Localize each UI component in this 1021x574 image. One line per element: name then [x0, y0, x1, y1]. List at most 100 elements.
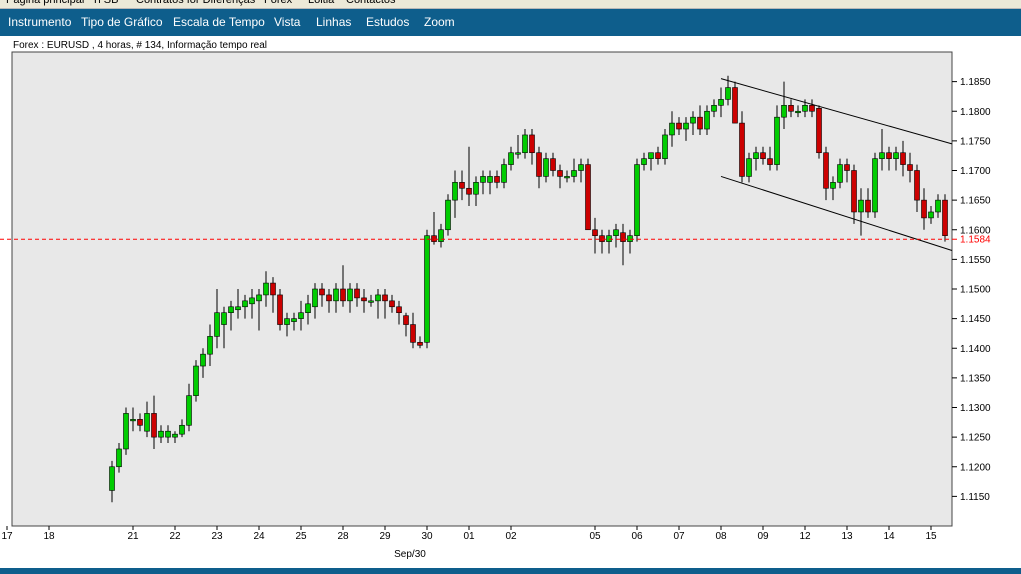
candle-body-up [522, 134, 528, 154]
x-tick-label: 09 [757, 531, 769, 542]
candle-body-up [543, 158, 549, 177]
candle [634, 158, 640, 242]
menu-zoom[interactable]: Zoom [424, 15, 455, 29]
candle-body-up [130, 419, 136, 422]
nav-tab[interactable]: Contactos [346, 0, 396, 6]
menu-linhas[interactable]: Linhas [316, 15, 351, 29]
candle-body-down [865, 199, 871, 213]
candle-body-up [830, 182, 836, 189]
candle-body-down [914, 170, 920, 201]
candlestick-chart[interactable]: Forex : EURUSD , 4 horas, # 134, Informa… [0, 36, 1021, 568]
candle-body-up [648, 152, 654, 159]
candle-body-down [921, 199, 927, 219]
candle-body-down [389, 300, 395, 308]
candle-body-down [417, 342, 423, 346]
candle-body-up [333, 288, 339, 302]
candle-body-up [200, 353, 206, 367]
x-tick-label: 13 [841, 531, 853, 542]
candle-body-up [249, 297, 255, 305]
candle-body-up [627, 235, 633, 242]
candle-body-down [851, 170, 857, 213]
candle-body-down [410, 324, 416, 343]
candle-body-down [739, 122, 745, 177]
candle-body-down [655, 152, 661, 159]
candle-body-down [270, 282, 276, 296]
x-axis-sublabel: Sep/30 [394, 549, 426, 560]
nav-tab[interactable]: Forex [264, 0, 292, 6]
menu-instrumento[interactable]: Instrumento [8, 15, 71, 29]
candle-body-down [788, 105, 794, 112]
candle-body-up [935, 199, 941, 213]
candle-body-down [676, 122, 682, 130]
candle [816, 105, 822, 159]
y-tick-label: 1.1550 [960, 255, 991, 266]
y-tick-label: 1.1250 [960, 433, 991, 444]
candle-body-down [354, 288, 360, 299]
menu-bar: Instrumento Tipo de Gráfico Escala de Te… [0, 9, 1021, 36]
candle [193, 360, 199, 402]
x-tick-label: 17 [1, 531, 13, 542]
candle-body-up [480, 176, 486, 183]
candle-body-up [473, 182, 479, 195]
x-tick-label: 15 [925, 531, 937, 542]
candle-body-up [893, 152, 899, 159]
x-tick-label: 21 [127, 531, 139, 542]
candle-body-down [620, 232, 626, 242]
candle [872, 152, 878, 218]
nav-tab[interactable]: Página principal [6, 0, 84, 6]
y-tick-label: 1.1850 [960, 77, 991, 88]
candle-body-up [186, 395, 192, 426]
menu-tipo-de-grafico[interactable]: Tipo de Gráfico [81, 15, 163, 29]
candle-body-down [809, 105, 815, 112]
y-tick-label: 1.1150 [960, 492, 990, 503]
candle-body-down [277, 294, 283, 325]
x-tick-label: 23 [211, 531, 223, 542]
candle-body-up [242, 300, 248, 308]
candle-body-up [284, 318, 290, 325]
menu-escala-de-tempo[interactable]: Escala de Tempo [173, 15, 265, 29]
candle-body-down [403, 315, 409, 325]
candle-body-up [312, 288, 318, 308]
candle-body-up [445, 199, 451, 231]
y-tick-label: 1.1400 [960, 344, 991, 355]
candle-body-down [382, 294, 388, 302]
candle-body-up [753, 152, 759, 159]
candle-body-up [424, 235, 430, 343]
candle-body-up [683, 122, 689, 130]
candle-body-down [907, 164, 913, 171]
status-bar [0, 568, 1021, 574]
candle-body-down [592, 229, 598, 236]
current-price-label: 1.1584 [960, 235, 991, 246]
candle-body-up [298, 312, 304, 319]
candle [445, 194, 451, 236]
candle-body-up [564, 176, 570, 179]
candle-body-down [942, 199, 948, 236]
x-tick-label: 01 [463, 531, 475, 542]
candle-body-down [816, 107, 822, 154]
y-axis: 1.18501.18001.17501.17001.16501.16001.15… [952, 77, 991, 503]
nav-tab[interactable]: Contratos for Diferenças [136, 0, 255, 6]
y-tick-label: 1.1500 [960, 285, 991, 296]
candle-body-up [501, 164, 507, 183]
x-tick-label: 18 [43, 531, 55, 542]
candle-body-up [305, 303, 311, 313]
y-tick-label: 1.1650 [960, 196, 991, 207]
candle-body-down [599, 235, 605, 242]
x-tick-label: 14 [883, 531, 895, 542]
candle-body-up [613, 229, 619, 236]
x-tick-label: 08 [715, 531, 727, 542]
candle-body-up [452, 182, 458, 201]
candle-body-up [690, 116, 696, 124]
nav-tab[interactable]: Ti SB [92, 0, 119, 6]
menu-vista[interactable]: Vista [274, 15, 300, 29]
candle-body-down [137, 419, 143, 426]
candle-body-up [235, 306, 241, 311]
candle-body-up [704, 110, 710, 130]
nav-tab[interactable]: Loitia [308, 0, 334, 6]
y-tick-label: 1.1800 [960, 107, 991, 118]
menu-estudos[interactable]: Estudos [366, 15, 409, 29]
x-tick-label: 24 [253, 531, 265, 542]
x-axis: 17 18 21 22 23 24 25 28 29 30 01 02 05 06 07 08 09 12 13 14… [1, 526, 937, 542]
candle-body-down [431, 235, 437, 242]
x-tick-label: 06 [631, 531, 643, 542]
